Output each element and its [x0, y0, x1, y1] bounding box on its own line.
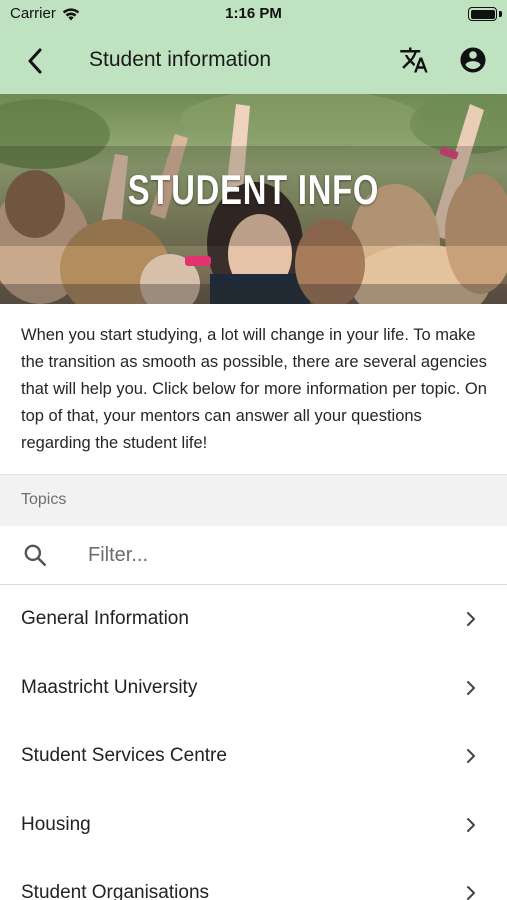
hero-title: STUDENT INFO — [127, 166, 380, 213]
intro-text: When you start studying, a lot will chan… — [21, 326, 487, 452]
topic-list: General Information Maastricht Universit… — [0, 585, 507, 900]
translate-icon — [400, 47, 428, 73]
battery-icon — [468, 7, 497, 21]
filter-bar — [0, 526, 507, 585]
chevron-right-icon — [467, 749, 475, 763]
topics-section-header: Topics — [0, 474, 507, 526]
account-button[interactable] — [455, 42, 491, 78]
hero-banner: STUDENT INFO — [0, 94, 507, 304]
chevron-left-icon — [28, 48, 42, 74]
page-title: Student information — [89, 48, 272, 71]
topic-item-student-services-centre[interactable]: Student Services Centre — [0, 722, 507, 791]
topic-item-maastricht-university[interactable]: Maastricht University — [0, 654, 507, 723]
translate-button[interactable] — [396, 42, 432, 78]
search-icon — [24, 544, 47, 567]
battery-nub — [499, 11, 502, 17]
chevron-right-icon — [467, 817, 475, 832]
chevron-right-icon — [467, 612, 475, 626]
app-header: Carrier 1:16 PM Student information — [0, 0, 507, 94]
topic-label: Housing — [21, 813, 91, 835]
topic-label: Student Organisations — [21, 882, 210, 900]
topics-header-label: Topics — [21, 491, 67, 508]
topic-label: General Information — [21, 608, 189, 629]
topic-item-student-organisations[interactable]: Student Organisations — [0, 859, 507, 900]
status-time: 1:16 PM — [225, 5, 282, 22]
chevron-right-icon — [467, 680, 475, 695]
topic-label: Student Services Centre — [21, 745, 227, 766]
filter-input[interactable] — [88, 538, 478, 572]
topic-item-general-information[interactable]: General Information — [0, 585, 507, 654]
nav-bar: Student information — [0, 28, 507, 94]
status-bar: Carrier 1:16 PM — [0, 0, 507, 28]
topic-item-housing[interactable]: Housing — [0, 791, 507, 860]
account-circle-icon — [460, 47, 486, 73]
chevron-right-icon — [467, 886, 475, 900]
topic-label: Maastricht University — [21, 676, 198, 698]
back-button[interactable] — [18, 44, 52, 78]
